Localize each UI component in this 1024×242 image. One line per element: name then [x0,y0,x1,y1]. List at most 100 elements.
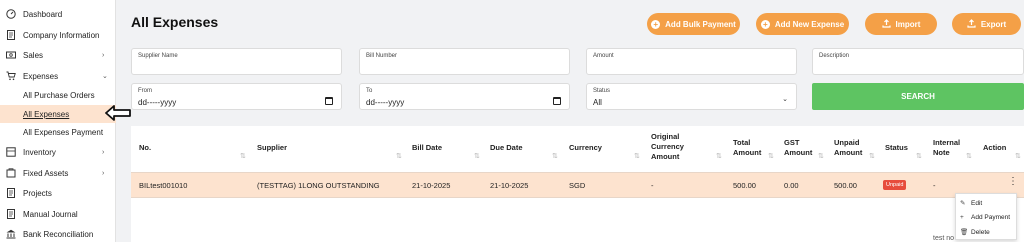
column-header-currency[interactable]: Currency [569,143,602,153]
export-button[interactable]: Export [952,13,1021,35]
header-line: Original [651,132,680,141]
menu-item-label: Edit [971,199,983,207]
sort-icon[interactable]: ⇅ [474,152,480,160]
field-label: Status [593,88,611,94]
sidebar-item-label: Sales [23,50,44,60]
sort-icon[interactable]: ⇅ [869,152,875,160]
bill-number-input[interactable]: Bill Number [359,48,570,75]
supplier-name-input[interactable]: Supplier Name [131,48,342,75]
field-label: To [366,88,373,94]
import-button[interactable]: Import [865,13,937,35]
amount-input[interactable]: Amount [586,48,797,75]
cart-icon [6,71,16,81]
header-line: GST [784,138,800,147]
field-value: dd-----yyyy [138,98,177,107]
sort-icon[interactable]: ⇅ [634,152,640,160]
sidebar-item-label: All Purchase Orders [23,90,95,100]
trash-icon: 🗑 [960,229,969,236]
sidebar-item-fixed-assets[interactable]: Fixed Assets › [0,164,116,182]
menu-item-add-payment[interactable]: + Add Payment [956,210,1018,224]
sort-icon[interactable]: ⇅ [1015,152,1021,160]
to-date-input[interactable]: To dd-----yyyy [359,83,570,110]
search-button[interactable]: SEARCH [812,83,1024,110]
header-line: Currency [651,142,684,151]
pointer-arrow-left-icon [105,105,131,121]
chevron-right-icon: › [102,169,105,177]
sales-icon [6,50,16,60]
menu-item-delete[interactable]: 🗑 Delete [956,225,1018,239]
sort-icon[interactable]: ⇅ [818,152,824,160]
sidebar-item-expenses[interactable]: Expenses ⌄ [0,67,116,85]
sidebar-item-label: All Expenses Payment [23,127,104,137]
sidebar-item-label: Expenses [23,71,59,81]
sort-icon[interactable]: ⇅ [396,152,402,160]
cell-bill-date: 21-10-2025 [412,181,451,190]
column-header-internal-note[interactable]: Internal Note [933,138,960,158]
document-icon [6,188,16,198]
page-title: All Expenses [131,14,219,30]
status-select[interactable]: Status All ⌄ [586,83,797,110]
menu-item-edit[interactable]: ✎ Edit [956,196,1018,210]
cell-due-date: 21-10-2025 [490,181,529,190]
upload-icon [967,18,976,30]
sidebar-item-label: Bank Reconciliation [23,229,94,239]
chevron-right-icon: › [102,148,105,156]
from-date-input[interactable]: From dd-----yyyy [131,83,342,110]
column-header-due-date[interactable]: Due Date [490,143,523,153]
sidebar-item-sales[interactable]: Sales › [0,46,116,64]
header-line: Amount [651,152,680,161]
sidebar-item-manual-journal[interactable]: Manual Journal [0,205,116,223]
sort-icon[interactable]: ⇅ [966,152,972,160]
sidebar-item-label: Projects [23,188,52,198]
sidebar-item-dashboard[interactable]: Dashboard [0,5,116,23]
cell-gst-amount: 0.00 [784,181,799,190]
column-header-original-currency-amount[interactable]: Original Currency Amount [651,132,684,162]
field-label: Bill Number [366,53,398,59]
sidebar-item-label: Fixed Assets [23,168,69,178]
sidebar-item-all-expenses-payment[interactable]: All Expenses Payment [0,123,116,141]
calendar-icon[interactable] [553,97,561,105]
sidebar-item-all-purchase-orders[interactable]: All Purchase Orders [0,86,116,104]
sort-icon[interactable]: ⇅ [916,152,922,160]
header-line: Amount [784,148,813,157]
document-icon [6,30,16,40]
cell-no[interactable]: BILtest001010 [139,181,187,190]
header-line: Total [733,138,751,147]
column-header-gst-amount[interactable]: GST Amount [784,138,812,158]
button-label: Export [980,19,1007,29]
fixed-assets-icon [6,168,16,178]
sidebar-item-projects[interactable]: Projects [0,184,116,202]
sidebar-item-inventory[interactable]: Inventory › [0,143,116,161]
plus-icon: + [960,213,964,221]
column-header-unpaid-amount[interactable]: Unpaid Amount [834,138,862,158]
column-header-no[interactable]: No. [139,143,151,153]
plus-icon: + [651,19,661,29]
sort-icon[interactable]: ⇅ [716,152,722,160]
sidebar-item-bank-reconciliation[interactable]: Bank Reconciliation [0,225,116,242]
cell-supplier: (TESTTAG) 1LONG OUTSTANDING [257,181,380,190]
sort-icon[interactable]: ⇅ [552,152,558,160]
bank-icon [6,229,16,239]
document-icon [6,209,16,219]
sort-icon[interactable]: ⇅ [240,152,246,160]
add-bulk-payment-button[interactable]: + Add Bulk Payment [647,13,740,35]
dashboard-icon [6,9,16,19]
description-input[interactable]: Description [812,48,1024,75]
row-action-menu: ✎ Edit + Add Payment 🗑 Delete [955,193,1017,240]
header-line: Amount [733,148,762,157]
sidebar-item-all-expenses[interactable]: All Expenses [0,105,116,123]
more-actions-icon[interactable]: ⋮ [1008,176,1018,187]
cell-original-amount: - [651,181,654,190]
column-header-total-amount[interactable]: Total Amount [733,138,761,158]
cell-unpaid-amount: 500.00 [834,181,857,190]
column-header-supplier[interactable]: Supplier [257,143,287,153]
button-label: Import [895,19,921,29]
column-header-status[interactable]: Status [885,143,908,153]
add-new-expense-button[interactable]: + Add New Expense [756,13,849,35]
sort-icon[interactable]: ⇅ [768,152,774,160]
sidebar-item-company-information[interactable]: Company Information [0,26,116,44]
button-label: Add Bulk Payment [665,19,736,29]
calendar-icon[interactable] [325,97,333,105]
column-header-bill-date[interactable]: Bill Date [412,143,442,153]
upload-icon [881,18,891,30]
